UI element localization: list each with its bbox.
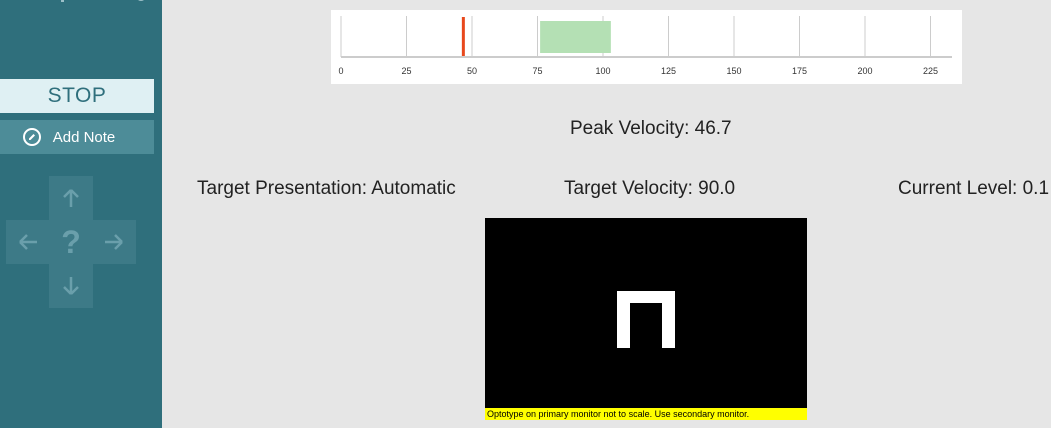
top-toolbar [0,0,162,8]
x-tick-label: 0 [338,66,343,76]
add-note-button[interactable]: Add Note [0,120,154,154]
peak-velocity-label: Peak Velocity: 46.7 [570,118,732,139]
pencil-icon [22,128,41,146]
x-tick-label: 225 [923,66,938,76]
velocity-chart: 0 25 50 75 100 125 150 175 200 225 [331,10,962,84]
gear-icon[interactable] [134,0,148,6]
peak-velocity-marker [461,17,465,56]
x-tick-label: 150 [726,66,741,76]
stop-button[interactable]: STOP [0,79,154,113]
arrow-right-button[interactable] [92,220,136,264]
arrow-right-icon [105,234,123,250]
x-tick-label: 125 [661,66,676,76]
arrow-down-icon [63,277,79,295]
unknown-button[interactable]: ? [49,220,93,264]
stop-button-label: STOP [47,84,107,107]
current-level-label: Current Level: 0.1 [898,178,1050,199]
home-icon[interactable] [25,0,39,6]
monitor-warning: Optotype on primary monitor not to scale… [485,408,807,420]
target-presentation-label: Target Presentation: Automatic [197,178,456,199]
sidebar: STOP Add Note ? [0,0,162,428]
x-tick-label: 75 [532,66,542,76]
pin-icon[interactable] [56,0,70,6]
minus-icon[interactable] [0,0,14,6]
optotype-symbol [617,291,675,348]
target-velocity-label: Target Velocity: 90.0 [564,178,736,199]
arrow-left-button[interactable] [6,220,50,264]
arrow-up-button[interactable] [49,176,93,220]
arrow-left-icon [19,234,37,250]
velocity-chart-svg: 0 25 50 75 100 125 150 175 200 225 [338,16,952,76]
x-tick-label: 25 [401,66,411,76]
x-tick-label: 200 [857,66,872,76]
arrow-down-button[interactable] [49,264,93,308]
x-tick-label: 50 [467,66,477,76]
optotype-display: Optotype on primary monitor not to scale… [485,218,807,420]
x-tick-label: 175 [792,66,807,76]
target-range-band [540,21,611,53]
arrow-up-icon [63,189,79,207]
add-note-label: Add Note [52,128,116,146]
question-mark-icon: ? [61,223,81,260]
x-tick-label: 100 [595,66,610,76]
